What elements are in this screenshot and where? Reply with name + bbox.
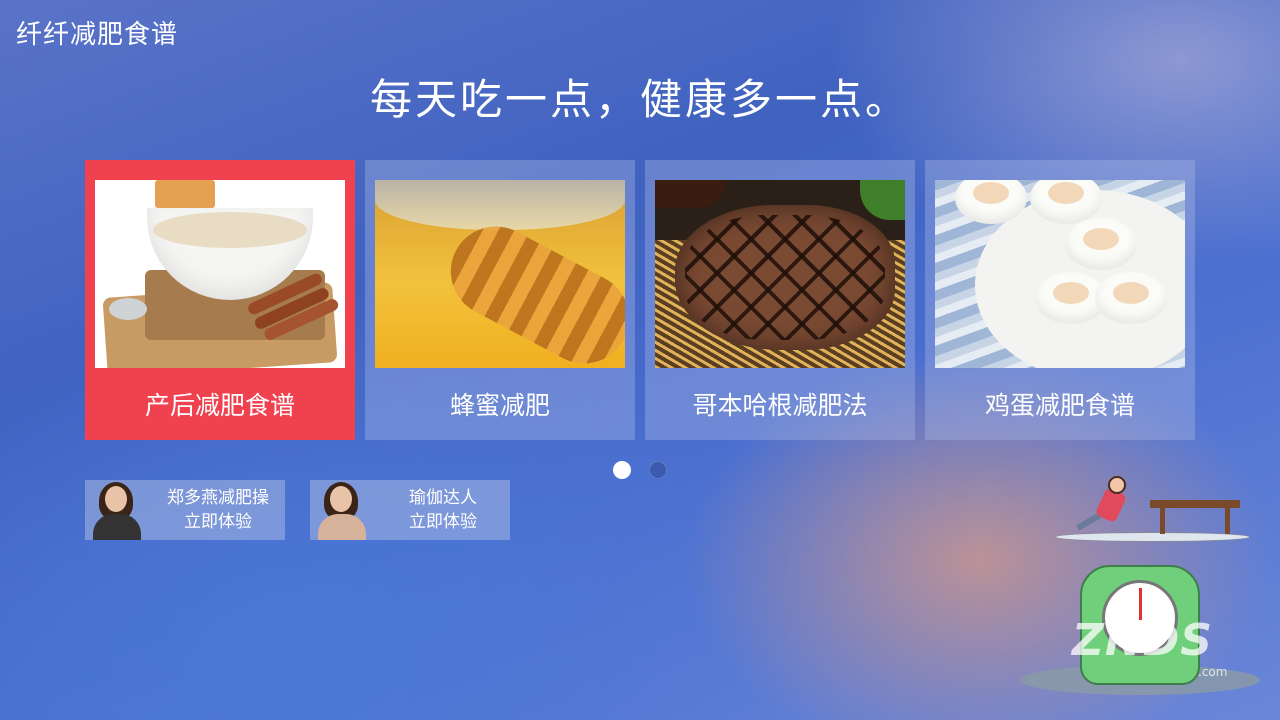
- app-title: 纤纤减肥食谱: [16, 20, 179, 50]
- page-dot-1: [613, 461, 631, 479]
- scale-mascot-illustration: ZNDS .com: [1020, 470, 1260, 700]
- watermark-domain: .com: [1198, 665, 1228, 679]
- recipe-cards: 产后减肥食谱 蜂蜜减肥 哥本哈根减肥法 鸡蛋减肥食谱: [85, 160, 1195, 440]
- card-postpartum-recipes[interactable]: 产后减肥食谱: [85, 160, 355, 440]
- page-indicator: [613, 461, 667, 479]
- card-label: 鸡蛋减肥食谱: [984, 391, 1135, 420]
- card-copenhagen-diet[interactable]: 哥本哈根减肥法: [645, 160, 915, 440]
- promo-dance-workout[interactable]: 郑多燕减肥操 立即体验: [85, 480, 285, 540]
- card-label: 哥本哈根减肥法: [692, 391, 868, 420]
- avatar: [310, 480, 376, 540]
- card-label: 蜂蜜减肥: [449, 391, 550, 420]
- promo-title: 郑多燕减肥操: [167, 488, 269, 508]
- grilled-steak-image: [655, 180, 905, 368]
- avatar: [85, 480, 151, 540]
- card-egg-recipes[interactable]: 鸡蛋减肥食谱: [925, 160, 1195, 440]
- promo-cta: 立即体验: [409, 512, 477, 532]
- promo-row: 郑多燕减肥操 立即体验 瑜伽达人 立即体验: [85, 480, 510, 540]
- oatmeal-bowl-image: [95, 180, 345, 368]
- promo-title: 瑜伽达人: [409, 488, 477, 508]
- deviled-eggs-image: [935, 180, 1185, 368]
- promo-cta: 立即体验: [184, 512, 252, 532]
- watermark: ZNDS: [1072, 615, 1213, 666]
- card-label: 产后减肥食谱: [144, 391, 295, 420]
- slogan: 每天吃一点，健康多一点。: [369, 75, 910, 124]
- honey-dipper-image: [375, 180, 625, 368]
- page-dot-2: [649, 461, 667, 479]
- card-honey-diet[interactable]: 蜂蜜减肥: [365, 160, 635, 440]
- promo-yoga[interactable]: 瑜伽达人 立即体验: [310, 480, 510, 540]
